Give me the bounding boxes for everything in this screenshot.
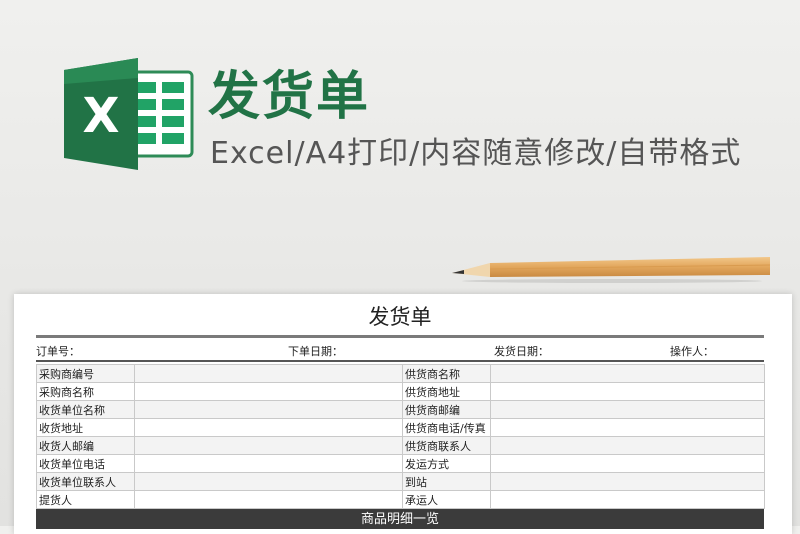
row-label-left: 收货地址 [37, 419, 135, 437]
table-row: 收货单位联系人 到站 [37, 473, 765, 491]
value-cell[interactable] [491, 491, 765, 509]
value-cell[interactable] [135, 455, 403, 473]
value-cell[interactable] [135, 419, 403, 437]
table-row: 收货单位名称 供货商邮编 [37, 401, 765, 419]
excel-logo-icon: X [64, 58, 196, 170]
row-label-left: 提货人 [37, 491, 135, 509]
row-label-right: 供货商名称 [403, 365, 491, 383]
value-cell[interactable] [491, 383, 765, 401]
table-row: 采购商编号 供货商名称 [37, 365, 765, 383]
row-label-left: 收货单位名称 [37, 401, 135, 419]
row-label-right: 承运人 [403, 491, 491, 509]
value-cell[interactable] [491, 455, 765, 473]
row-label-left: 收货单位电话 [37, 455, 135, 473]
table-row: 提货人 承运人 [37, 491, 765, 509]
page-subtitle: Excel/A4打印/内容随意修改/自带格式 [210, 134, 741, 174]
operator-label: 操作人： [670, 343, 714, 359]
row-label-left: 采购商名称 [37, 383, 135, 401]
value-cell[interactable] [135, 437, 403, 455]
form-title: 发货单 [36, 302, 764, 332]
page-title: 发货单 [208, 66, 370, 128]
order-no-label: 订单号： [36, 343, 80, 359]
row-label-right: 发运方式 [403, 455, 491, 473]
row-label-right: 供货商地址 [403, 383, 491, 401]
value-cell[interactable] [135, 401, 403, 419]
ship-date-label: 发货日期： [494, 343, 549, 359]
row-label-left: 收货单位联系人 [37, 473, 135, 491]
spreadsheet-preview: 发货单 订单号： 下单日期： 发货日期： 操作人： 采购商编号 供货商名称 采购… [14, 294, 792, 534]
value-cell[interactable] [135, 473, 403, 491]
value-cell[interactable] [135, 383, 403, 401]
value-cell[interactable] [491, 419, 765, 437]
product-detail-header: 商品明细一览 [36, 509, 764, 529]
value-cell[interactable] [491, 365, 765, 383]
pencil-icon [452, 255, 772, 285]
table-row: 收货人邮编 供货商联系人 [37, 437, 765, 455]
row-label-right: 到站 [403, 473, 491, 491]
shipping-info-table: 采购商编号 供货商名称 采购商名称 供货商地址 收货单位名称 供货商邮编 [36, 364, 765, 509]
row-label-left: 收货人邮编 [37, 437, 135, 455]
row-label-right: 供货商电话/传真 [403, 419, 491, 437]
order-meta-row: 订单号： 下单日期： 发货日期： 操作人： [36, 338, 764, 362]
value-cell[interactable] [491, 437, 765, 455]
value-cell[interactable] [135, 365, 403, 383]
value-cell[interactable] [491, 401, 765, 419]
logo-letter: X [82, 88, 119, 144]
table-row: 采购商名称 供货商地址 [37, 383, 765, 401]
value-cell[interactable] [491, 473, 765, 491]
table-row: 收货地址 供货商电话/传真 [37, 419, 765, 437]
table-row: 收货单位电话 发运方式 [37, 455, 765, 473]
row-label-right: 供货商联系人 [403, 437, 491, 455]
row-label-left: 采购商编号 [37, 365, 135, 383]
value-cell[interactable] [135, 491, 403, 509]
row-label-right: 供货商邮编 [403, 401, 491, 419]
order-date-label: 下单日期： [288, 343, 343, 359]
